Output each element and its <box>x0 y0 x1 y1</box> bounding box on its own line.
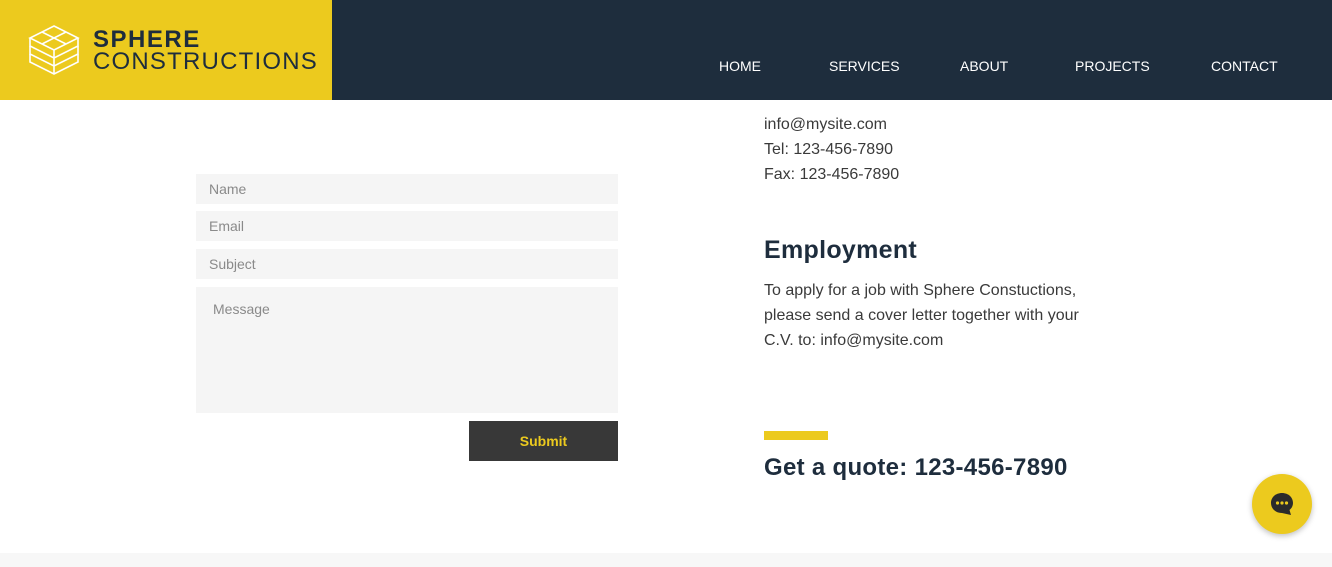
employment-text-line: To apply for a job with Sphere Constucti… <box>764 282 1077 299</box>
chat-bubble-icon <box>1271 493 1293 515</box>
nav-item-contact[interactable]: CONTACT <box>1211 58 1278 74</box>
employment-text-line: C.V. to: info@mysite.com <box>764 332 944 349</box>
message-textarea[interactable]: Message <box>196 287 618 413</box>
footer-strip <box>0 553 1332 567</box>
stacked-cube-icon <box>28 25 80 75</box>
contact-fax: Fax: 123-456-7890 <box>764 166 900 183</box>
logo[interactable]: SPHERE CONSTRUCTIONS <box>0 0 332 100</box>
nav-item-projects[interactable]: PROJECTS <box>1075 58 1150 74</box>
employment-text-line: please send a cover letter together with… <box>764 307 1079 324</box>
chat-button[interactable] <box>1252 474 1312 534</box>
brand-name-line2: CONSTRUCTIONS <box>93 48 318 75</box>
nav-item-about[interactable]: ABOUT <box>960 58 1008 74</box>
nav-item-services[interactable]: SERVICES <box>829 58 900 74</box>
contact-email[interactable]: info@mysite.com <box>764 116 887 134</box>
nav-item-home[interactable]: HOME <box>719 58 761 74</box>
email-input[interactable]: Email <box>196 211 618 241</box>
subject-input[interactable]: Subject <box>196 249 618 279</box>
contact-tel: Tel: 123-456-7890 <box>764 141 893 158</box>
quote-heading: Get a quote: 123-456-7890 <box>764 454 1068 481</box>
site-header: SPHERE CONSTRUCTIONS HOME SERVICES ABOUT… <box>0 0 1332 100</box>
employment-heading: Employment <box>764 236 918 264</box>
name-input[interactable]: Name <box>196 174 618 204</box>
submit-button[interactable]: Submit <box>469 421 618 461</box>
accent-divider <box>764 431 828 440</box>
